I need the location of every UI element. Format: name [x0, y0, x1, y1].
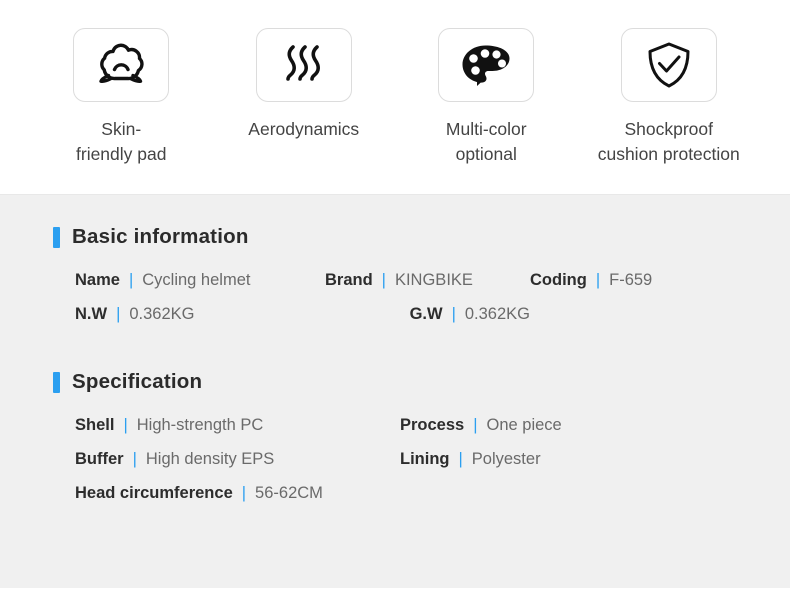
field-label: N.W: [75, 305, 108, 323]
field-value: Cycling helmet: [142, 271, 251, 289]
field-gross-weight: G.W | 0.362KG: [325, 305, 530, 324]
field-value: One piece: [486, 416, 562, 434]
field-value: 0.362KG: [129, 305, 195, 323]
color-palette-icon: [459, 42, 513, 88]
feature-label: Skin- friendly pad: [76, 119, 167, 164]
field-separator: |: [116, 305, 121, 323]
field-label: Buffer: [75, 450, 124, 468]
airflow-waves-icon: [280, 41, 328, 89]
field-label: Brand: [325, 271, 373, 289]
feature-icon-box: [73, 28, 170, 102]
feature-item-aerodynamics: Aerodynamics: [213, 28, 396, 142]
shield-check-icon: [645, 40, 693, 90]
field-separator: |: [128, 271, 134, 289]
field-separator: |: [381, 271, 386, 289]
field-coding: Coding | F-659: [530, 271, 652, 290]
field-separator: |: [123, 416, 128, 434]
field-label: Shell: [75, 416, 115, 434]
specification-rows: Shell | High-strength PC Process | One p…: [53, 416, 790, 503]
info-row: Shell | High-strength PC Process | One p…: [75, 416, 790, 435]
field-separator: |: [241, 484, 247, 502]
field-label: Head circumference: [75, 484, 233, 502]
feature-icon-box: [255, 28, 352, 102]
feature-label: Aerodynamics: [248, 119, 360, 139]
field-label: Process: [400, 416, 465, 434]
field-separator: |: [595, 271, 601, 289]
field-label: Lining: [400, 450, 450, 468]
feature-highlights-strip: Skin- friendly pad Aerodynamics Multi-co…: [0, 0, 790, 195]
cushion-cloud-icon: [94, 42, 148, 88]
field-separator: |: [451, 305, 456, 323]
info-row: Name | Cycling helmet Brand | KINGBIKE C…: [75, 271, 790, 290]
section-title: Specification: [72, 370, 203, 393]
feature-icon-box: [438, 28, 535, 102]
field-process: Process | One piece: [400, 416, 562, 435]
info-row: Head circumference | 56-62CM: [75, 484, 790, 503]
specification-section: Specification Shell | High-strength PC P…: [0, 370, 790, 503]
field-net-weight: N.W | 0.362KG: [75, 305, 325, 324]
basic-information-section: Basic information Name | Cycling helmet …: [0, 225, 790, 324]
field-label: G.W: [409, 305, 443, 323]
feature-label: Shockproof cushion protection: [597, 119, 740, 164]
field-value: High-strength PC: [136, 416, 264, 434]
section-header: Basic information: [53, 225, 790, 249]
field-separator: |: [132, 450, 137, 468]
field-separator: |: [473, 416, 478, 434]
field-separator: |: [458, 450, 463, 468]
feature-label: Multi-color optional: [445, 119, 527, 164]
info-row: Buffer | High density EPS Lining | Polye…: [75, 450, 790, 469]
field-value: 0.362KG: [464, 305, 530, 323]
product-details-panel: Basic information Name | Cycling helmet …: [0, 195, 790, 588]
field-value: 56-62CM: [255, 484, 323, 502]
feature-icon-box: [620, 28, 717, 102]
accent-bar: [53, 371, 60, 393]
field-value: Polyester: [471, 450, 541, 468]
field-label: Name: [75, 271, 120, 289]
field-lining: Lining | Polyester: [400, 450, 541, 469]
field-brand: Brand | KINGBIKE: [325, 271, 530, 290]
feature-item-skin-friendly-pad: Skin- friendly pad: [30, 28, 213, 167]
field-value: High density EPS: [145, 450, 275, 468]
info-row: N.W | 0.362KG G.W | 0.362KG: [75, 305, 790, 324]
basic-information-rows: Name | Cycling helmet Brand | KINGBIKE C…: [53, 271, 790, 324]
feature-item-shockproof: Shockproof cushion protection: [578, 28, 761, 167]
field-shell: Shell | High-strength PC: [75, 416, 400, 435]
field-value: F-659: [609, 271, 653, 289]
field-head-circumference: Head circumference | 56-62CM: [75, 484, 323, 503]
accent-bar: [53, 226, 60, 248]
field-name: Name | Cycling helmet: [75, 271, 325, 290]
field-label: Coding: [530, 271, 587, 289]
section-title: Basic information: [72, 225, 249, 248]
field-buffer: Buffer | High density EPS: [75, 450, 400, 469]
field-value: KINGBIKE: [394, 271, 473, 289]
feature-item-multi-color: Multi-color optional: [395, 28, 578, 167]
section-header: Specification: [53, 370, 790, 394]
